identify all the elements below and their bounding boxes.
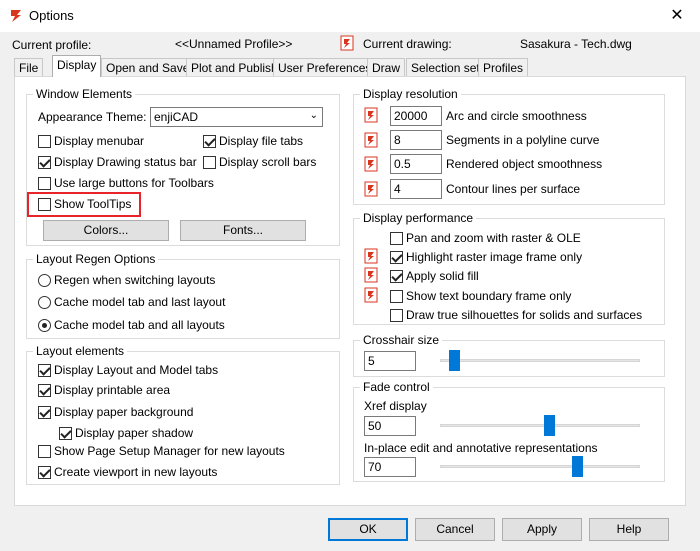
draw-true-silhouettes-checkbox[interactable]: Draw true silhouettes for solids and sur… [390, 307, 642, 323]
appearance-theme-label: Appearance Theme: [38, 110, 147, 124]
drawing-setting-icon [364, 287, 378, 303]
arc-smoothness-input[interactable]: 20000 [390, 106, 442, 126]
drawing-setting-icon [364, 156, 378, 172]
crosshair-size-title: Crosshair size [360, 333, 443, 347]
show-text-boundary-checkbox[interactable]: Show text boundary frame only [390, 288, 571, 304]
highlight-raster-frame-checkbox[interactable]: Highlight raster image frame only [390, 249, 582, 265]
checkbox-box [390, 289, 403, 303]
inplace-slider-thumb[interactable] [572, 456, 584, 477]
checkbox-box [390, 308, 403, 322]
xref-display-input[interactable]: 50 [364, 416, 416, 436]
xref-display-label: Xref display [364, 399, 427, 413]
checkbox-box [390, 250, 403, 264]
contour-lines-input[interactable]: 4 [390, 179, 442, 199]
close-button[interactable]: ✕ [654, 0, 700, 32]
checkbox-box [38, 155, 51, 169]
display-menubar-checkbox[interactable]: Display menubar [38, 133, 144, 149]
xref-slider-track[interactable] [440, 424, 640, 427]
crosshair-slider-thumb[interactable] [449, 350, 461, 371]
display-scroll-bars-checkbox[interactable]: Display scroll bars [203, 154, 316, 170]
cache-last-layout-radio[interactable]: Cache model tab and last layout [38, 294, 225, 310]
checkbox-box [59, 426, 72, 440]
arc-smoothness-label: Arc and circle smoothness [446, 109, 587, 123]
checkbox-box [38, 444, 51, 458]
show-page-setup-manager-checkbox[interactable]: Show Page Setup Manager for new layouts [38, 443, 285, 459]
create-viewport-checkbox[interactable]: Create viewport in new layouts [38, 464, 217, 480]
cache-all-layouts-radio[interactable]: Cache model tab and all layouts [38, 317, 225, 333]
tab-selection-set[interactable]: Selection set [406, 58, 485, 76]
polyline-segments-label: Segments in a polyline curve [446, 133, 600, 147]
apply-solid-fill-checkbox[interactable]: Apply solid fill [390, 268, 479, 284]
tab-profiles[interactable]: Profiles [478, 58, 529, 76]
tab-plot-and-publish[interactable]: Plot and Publish [186, 58, 283, 76]
inplace-edit-input[interactable]: 70 [364, 457, 416, 477]
display-file-tabs-checkbox[interactable]: Display file tabs [203, 133, 303, 149]
contour-lines-label: Contour lines per surface [446, 182, 581, 196]
highlight-annotation-box [27, 192, 141, 217]
tab-draw[interactable]: Draw [367, 58, 406, 76]
drawing-setting-icon [364, 107, 378, 123]
checkbox-box [38, 363, 51, 377]
fade-control-title: Fade control [360, 380, 433, 394]
drawing-file-icon [340, 35, 354, 51]
appearance-theme-value: enjiCAD [154, 110, 199, 124]
display-drawing-status-bar-checkbox[interactable]: Display Drawing status bar [38, 154, 197, 170]
layout-elements-title: Layout elements [33, 344, 128, 358]
drawing-setting-icon [364, 267, 378, 283]
pan-zoom-raster-checkbox[interactable]: Pan and zoom with raster & OLE [390, 230, 581, 246]
drawing-setting-icon [364, 132, 378, 148]
chevron-down-icon: ⌄ [309, 110, 318, 121]
rendered-smoothness-input[interactable]: 0.5 [390, 154, 442, 174]
ok-button[interactable]: OK [328, 518, 408, 541]
colors-button[interactable]: Colors... [43, 220, 169, 241]
tab-display[interactable]: Display [52, 55, 102, 77]
display-paper-shadow-checkbox[interactable]: Display paper shadow [59, 425, 193, 441]
app-logo-icon [11, 10, 21, 22]
apply-button[interactable]: Apply [502, 518, 582, 541]
tab-open-and-save[interactable]: Open and Save [101, 58, 195, 76]
checkbox-box [203, 155, 216, 169]
checkbox-box [38, 383, 51, 397]
window-elements-title: Window Elements [33, 87, 136, 101]
current-profile-value: <<Unnamed Profile>> [175, 37, 293, 51]
rendered-smoothness-label: Rendered object smoothness [446, 157, 603, 171]
current-profile-label: Current profile: [12, 38, 92, 52]
inplace-slider-track[interactable] [440, 465, 640, 468]
crosshair-size-input[interactable]: 5 [364, 351, 416, 371]
checkbox-box [38, 176, 51, 190]
checkbox-box [38, 405, 51, 419]
checkbox-box [38, 465, 51, 479]
window-title: Options [29, 8, 74, 23]
crosshair-slider-track[interactable] [440, 359, 640, 362]
checkbox-box [390, 269, 403, 283]
help-button[interactable]: Help [589, 518, 669, 541]
drawing-setting-icon [364, 248, 378, 264]
current-drawing-value: Sasakura - Tech.dwg [520, 37, 632, 51]
radio-circle [38, 318, 51, 332]
current-drawing-label: Current drawing: [363, 37, 452, 51]
tab-file[interactable]: File [14, 58, 44, 76]
drawing-setting-icon [364, 181, 378, 197]
display-performance-title: Display performance [360, 211, 477, 225]
use-large-buttons-checkbox[interactable]: Use large buttons for Toolbars [38, 175, 214, 191]
checkbox-box [390, 231, 403, 245]
title-bar [0, 0, 700, 32]
checkbox-box [38, 134, 51, 148]
display-printable-area-checkbox[interactable]: Display printable area [38, 382, 170, 398]
radio-circle [38, 273, 51, 287]
radio-circle [38, 295, 51, 309]
fonts-button[interactable]: Fonts... [180, 220, 306, 241]
cancel-button[interactable]: Cancel [415, 518, 495, 541]
regen-switching-radio[interactable]: Regen when switching layouts [38, 272, 215, 288]
xref-slider-thumb[interactable] [543, 415, 555, 436]
tab-user-preferences[interactable]: User Preferences [273, 58, 377, 76]
display-layout-model-tabs-checkbox[interactable]: Display Layout and Model tabs [38, 362, 218, 378]
appearance-theme-select[interactable]: enjiCAD ⌄ [150, 107, 323, 127]
layout-regen-title: Layout Regen Options [33, 252, 159, 266]
polyline-segments-input[interactable]: 8 [390, 130, 442, 150]
inplace-edit-label: In-place edit and annotative representat… [364, 441, 598, 455]
display-paper-background-checkbox[interactable]: Display paper background [38, 404, 193, 420]
checkbox-box [203, 134, 216, 148]
display-resolution-title: Display resolution [360, 87, 461, 101]
